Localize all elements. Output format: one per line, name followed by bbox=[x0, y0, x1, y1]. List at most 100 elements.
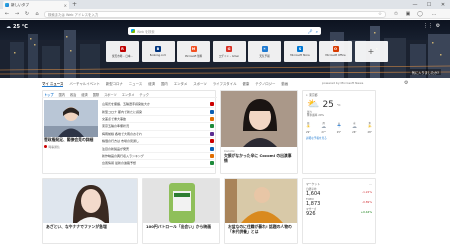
category-item[interactable]: 国内 bbox=[161, 81, 168, 86]
apps-grid-icon[interactable]: ⋮⋮ bbox=[423, 23, 433, 29]
index-change: +0.44% bbox=[360, 210, 372, 214]
list-item[interactable]: 交差点で重大事故 bbox=[102, 116, 214, 124]
headline-list: 山尾氏を擁護、五輪選手感染拡大か 新型コロナ 都内で新たに感染 交差点で重大事故… bbox=[102, 101, 214, 168]
market-card[interactable]: マーケット ⋯ 日経平均 1,604 -1.22% TOPIX 1,873 -0… bbox=[302, 178, 376, 244]
lead-news-story[interactable]: 菅政権発足、閣僚会見の詳細 時事通信 bbox=[44, 137, 100, 149]
story-photo bbox=[225, 179, 297, 223]
category-item[interactable]: ライフスタイル bbox=[213, 81, 237, 86]
source-logo-icon bbox=[44, 145, 47, 148]
category-my-news[interactable]: マイ ニュース bbox=[42, 81, 64, 87]
weather-location: ⌖ 東京都 bbox=[303, 91, 375, 99]
list-item[interactable]: 東京五輪の準備状況 bbox=[102, 123, 214, 131]
story-title: 100円バトロール「出会い」から映画 bbox=[146, 224, 211, 229]
list-item[interactable]: 新型コロナ 都内で新たに感染 bbox=[102, 108, 214, 116]
gmail-icon: G bbox=[226, 45, 232, 52]
story-card[interactable]: 100円バトロール「出会い」から映画 bbox=[142, 178, 220, 244]
more-icon[interactable]: … bbox=[430, 10, 438, 18]
tab-top[interactable]: トップ bbox=[44, 92, 54, 97]
category-item[interactable]: ニュース bbox=[129, 81, 142, 86]
list-item[interactable]: 山尾氏を擁護、五輪選手感染拡大か bbox=[102, 101, 214, 109]
forward-icon[interactable]: → bbox=[13, 10, 21, 18]
list-item[interactable]: 梅雨前線 各地で大雨のおそれ bbox=[102, 131, 214, 138]
favorite-star-icon[interactable]: ☆ bbox=[378, 12, 382, 18]
feed-settings-icon[interactable]: ⚙ bbox=[404, 80, 408, 86]
collections-icon[interactable]: ▣ bbox=[404, 10, 412, 18]
category-item[interactable]: エンタメ bbox=[174, 81, 187, 86]
list-item[interactable]: 株価の行方は 市場の見通し bbox=[102, 138, 214, 146]
favorites-icon[interactable]: ✩ bbox=[392, 10, 400, 18]
store-icon: S bbox=[297, 46, 303, 52]
tab-close-icon[interactable]: × bbox=[64, 3, 67, 8]
feature-photo bbox=[221, 91, 297, 147]
add-site-tile[interactable]: + bbox=[354, 41, 388, 62]
category-item[interactable]: 動画 bbox=[281, 81, 288, 86]
category-item[interactable]: スポーツ bbox=[193, 81, 207, 86]
close-window-button[interactable]: ✕ bbox=[436, 0, 450, 9]
list-item[interactable]: 台風情報 最新の進路予想 bbox=[102, 160, 214, 168]
search-icon[interactable]: ⌕ bbox=[316, 29, 318, 34]
search-box[interactable]: Web を検索 🎤︎ ⌕ bbox=[128, 27, 321, 35]
tab-item[interactable]: エンタメ bbox=[122, 92, 135, 97]
home-icon[interactable]: ⌂ bbox=[33, 10, 41, 18]
headline-text: 交差点で重大事故 bbox=[102, 116, 127, 121]
index-value: 926 bbox=[306, 211, 316, 217]
story-card[interactable]: お盆なのに住職が暴れ! 話題の人物の「末代供養」とは bbox=[224, 178, 298, 244]
forecast-day[interactable]: 水 ☁ 26° bbox=[352, 121, 357, 134]
lead-news-photo[interactable] bbox=[44, 100, 98, 137]
weather-icon: ☀ bbox=[261, 45, 268, 52]
forecast-day[interactable]: 月 ☁ 27° bbox=[321, 121, 326, 134]
tab-item[interactable]: 国際 bbox=[93, 92, 99, 97]
lead-news-title: 菅政権発足、閣僚会見の詳細 bbox=[44, 137, 94, 142]
forecast-day[interactable]: 火 ☂ 25° bbox=[337, 121, 341, 134]
quick-link-tile[interactable]: B Booking.com bbox=[141, 41, 175, 62]
category-item[interactable]: バーチャルイベント bbox=[69, 81, 99, 86]
address-bar[interactable]: 検索または Web アドレスを入力 ☆ bbox=[44, 10, 386, 18]
quick-link-tile[interactable]: R 楽天市場 – 日本... bbox=[106, 41, 139, 62]
microphone-icon[interactable]: 🎤︎ bbox=[308, 29, 313, 34]
day-temp: 25° bbox=[336, 130, 342, 134]
back-icon[interactable]: ← bbox=[3, 10, 11, 18]
tab-item[interactable]: テック bbox=[139, 92, 149, 97]
quick-link-tile[interactable]: ☀ 天気予報 bbox=[248, 41, 281, 62]
refresh-icon[interactable]: ↻ bbox=[23, 10, 31, 18]
detailed-forecast-link[interactable]: 詳細な予報を見る bbox=[303, 134, 375, 142]
forecast-day[interactable]: 日 ☀ 29° bbox=[306, 121, 310, 134]
headline-text: 注目の新製品が発売 bbox=[102, 146, 130, 151]
list-item[interactable]: 新作映画の興行収入ランキング bbox=[102, 153, 214, 161]
location-name: 東京都 bbox=[309, 93, 318, 97]
tab-item[interactable]: 政治 bbox=[70, 92, 76, 97]
story-card[interactable]: あざとい、なやナナでファンが急増 bbox=[42, 178, 138, 244]
profile-icon[interactable]: ◯ bbox=[416, 10, 424, 18]
market-row[interactable]: TOPIX 1,873 -0.89% bbox=[303, 197, 375, 207]
new-tab-button[interactable]: + bbox=[72, 1, 77, 8]
search-placeholder: Web を検索 bbox=[137, 29, 155, 34]
market-row[interactable]: 日経平均 1,604 -1.22% bbox=[303, 187, 375, 197]
forecast-day[interactable]: 木 ☀ 28° bbox=[367, 121, 371, 134]
category-item[interactable]: 経済 bbox=[148, 81, 155, 86]
browser-toolbar: ← → ↻ ⌂ 検索または Web アドレスを入力 ☆ ✩ ▣ ◯ … bbox=[0, 9, 450, 19]
maximize-button[interactable]: ☐ bbox=[422, 0, 436, 9]
tab-item[interactable]: 国内 bbox=[59, 92, 65, 97]
hero-weather[interactable]: ☁ 25 °C bbox=[6, 24, 28, 30]
category-item[interactable]: 新型コロナ bbox=[106, 81, 123, 86]
quick-link-tile[interactable]: O Microsoft Office bbox=[319, 41, 352, 62]
powered-by-text[interactable]: powered by Microsoft News bbox=[322, 81, 363, 85]
quick-link-tile[interactable]: M Microsoft 無料 bbox=[177, 41, 210, 62]
minimize-button[interactable]: — bbox=[408, 0, 422, 9]
lead-news-source: 時事通信 bbox=[44, 145, 100, 149]
quick-link-tile[interactable]: G ログイン – Gmail bbox=[212, 41, 246, 62]
feature-news-card[interactable]: Cocomi 欠損がなかった辛に Cocomi の出演事情 bbox=[220, 90, 298, 174]
market-row[interactable]: マザーズ 926 +0.44% bbox=[303, 207, 375, 217]
category-item[interactable]: テクノロジー bbox=[255, 81, 275, 86]
category-item[interactable]: 健康 bbox=[242, 81, 249, 86]
browser-tab[interactable]: 新しいタブ × bbox=[3, 1, 69, 9]
tab-title: 新しいタブ bbox=[11, 2, 29, 7]
settings-gear-icon[interactable]: ⚙ bbox=[435, 23, 441, 29]
quick-link-tile[interactable]: S Microsoft Store bbox=[283, 41, 317, 62]
tab-item[interactable]: スポーツ bbox=[104, 92, 117, 97]
more-options-icon[interactable]: ⋯ bbox=[369, 182, 372, 186]
list-item[interactable]: 注目の新製品が発売 bbox=[102, 145, 214, 153]
image-like-caption[interactable]: 気に入りましたか? bbox=[409, 69, 441, 75]
weather-card[interactable]: ⌖ 東京都 ⛅ 25 °C 曇り 降水確率 20% 日 ☀ 29° 月 ☁ 27… bbox=[302, 90, 376, 174]
tab-item[interactable]: 経済 bbox=[81, 92, 87, 97]
